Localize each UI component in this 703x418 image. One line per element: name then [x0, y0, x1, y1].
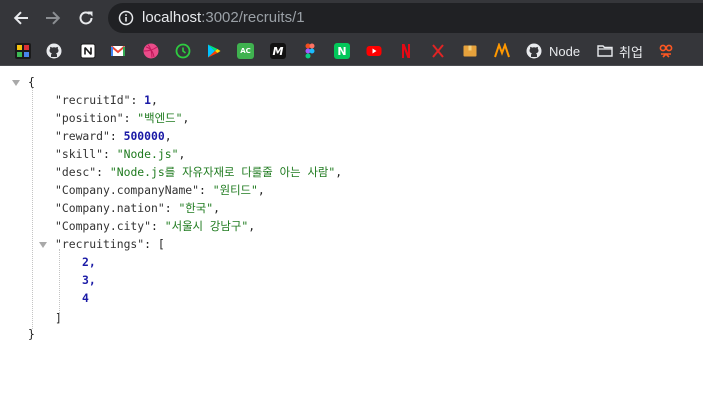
youtube-icon [366, 46, 382, 56]
json-field-company-city: "Company.city": "서울시 강남구", [55, 219, 256, 233]
json-key: "Company.nation" [55, 201, 165, 215]
forward-button[interactable] [42, 7, 64, 29]
info-icon[interactable] [118, 10, 134, 26]
green-clock-icon [175, 43, 191, 59]
bookmark-github[interactable] [46, 43, 62, 59]
bookmark-play-store[interactable] [206, 43, 222, 59]
forward-arrow-icon [46, 11, 61, 25]
json-key: "Company.city" [55, 219, 152, 233]
json-array-close: ] [55, 311, 62, 325]
json-key: "recruitId" [55, 93, 131, 107]
json-field-desc: "desc": "Node.js를 자유자재로 다룰줄 아는 사람", [55, 165, 343, 179]
flower-icon [659, 44, 673, 58]
json-key: "skill" [55, 147, 104, 161]
json-value: "한국" [178, 201, 214, 215]
back-button[interactable] [10, 7, 32, 29]
json-value: "Node.js" [116, 147, 179, 161]
browser-toolbar: localhost:3002/recruits/1 [0, 0, 703, 36]
github-node-icon [526, 43, 542, 59]
bookmark-notion[interactable] [80, 43, 96, 59]
box-icon [463, 45, 477, 57]
json-array-item: 2, [82, 255, 96, 269]
naver-icon: N [334, 43, 350, 59]
json-close-brace: } [28, 327, 35, 341]
play-store-icon [208, 44, 221, 58]
json-value: 1 [144, 93, 152, 107]
json-open-brace: { [28, 75, 35, 89]
bookmark-gmail[interactable] [110, 43, 126, 59]
json-value: "서울시 강남구" [164, 219, 249, 233]
multicolor-grid-icon [15, 43, 31, 59]
orange-m-icon [494, 43, 510, 58]
bookmark-folder-label: 취업 [619, 44, 643, 60]
json-field-position: "position": "백엔드", [55, 111, 190, 125]
bookmark-flower[interactable] [658, 43, 674, 59]
folder-icon [597, 45, 613, 57]
json-value: "백엔드" [137, 111, 183, 125]
bookmark-dribbble[interactable] [143, 43, 159, 59]
notion-icon [80, 43, 96, 59]
json-key: "Company.companyName" [55, 183, 200, 197]
address-bar[interactable]: localhost:3002/recruits/1 [108, 3, 703, 33]
json-key: "reward" [55, 129, 110, 143]
json-value: 500000 [123, 129, 165, 143]
json-value: "Node.js를 자유자재로 다룰줄 아는 사람" [109, 165, 336, 179]
url-path: :3002/recruits/1 [201, 9, 305, 26]
bookmark-orange-m[interactable] [494, 43, 510, 59]
url-host: localhost [142, 9, 202, 26]
red-x-icon [432, 44, 444, 58]
bookmark-figma[interactable] [302, 43, 318, 59]
reload-icon [79, 11, 93, 25]
json-key: "position" [55, 111, 124, 125]
bookmark-node[interactable]: Node [526, 43, 580, 59]
collapse-recruitings-toggle[interactable] [39, 241, 47, 249]
figma-icon [305, 43, 315, 59]
bookmark-folder[interactable]: 취업 [597, 43, 643, 60]
json-array-item: 4 [82, 291, 89, 305]
bookmark-netflix[interactable] [398, 43, 414, 59]
json-field-reward: "reward": 500000, [55, 129, 172, 143]
json-key: "desc" [55, 165, 97, 179]
bookmark-node-label: Node [549, 43, 581, 59]
json-array-open: [ [157, 237, 165, 251]
reload-button[interactable] [75, 7, 97, 29]
json-field-skill: "skill": "Node.js", [55, 147, 186, 161]
back-arrow-icon [13, 11, 28, 25]
bookmarks-bar: AC M N Node 취업 [0, 36, 703, 66]
indent-guide-array [59, 249, 60, 313]
json-field-recruitings: "recruitings": [ [55, 237, 165, 251]
ac-icon: AC [237, 43, 254, 59]
bookmark-multicolor-grid[interactable] [15, 43, 31, 59]
bookmark-green-clock[interactable] [175, 43, 191, 59]
json-viewer: { "recruitId": 1, "position": "백엔드", "re… [0, 67, 703, 418]
m-icon: M [270, 43, 286, 59]
collapse-root-toggle[interactable] [12, 79, 20, 87]
gmail-icon [110, 45, 126, 56]
json-field-recruitId: "recruitId": 1, [55, 93, 158, 107]
github-icon [46, 43, 62, 59]
json-key: "recruitings" [55, 237, 145, 251]
bookmark-m[interactable]: M [270, 43, 286, 59]
bookmark-naver[interactable]: N [334, 43, 350, 59]
json-array-item: 3, [82, 273, 96, 287]
bookmark-youtube[interactable] [366, 43, 382, 59]
json-field-company-nation: "Company.nation": "한국", [55, 201, 220, 215]
json-value: "원티드" [212, 183, 258, 197]
bookmark-ac[interactable]: AC [237, 43, 254, 59]
dribbble-icon [143, 43, 159, 59]
bookmark-red-x[interactable] [430, 43, 446, 59]
netflix-icon [402, 44, 410, 58]
json-field-company-name: "Company.companyName": "원티드", [55, 183, 265, 197]
indent-guide-root [32, 87, 33, 329]
url-text[interactable]: localhost:3002/recruits/1 [142, 10, 305, 26]
bookmark-box[interactable] [462, 43, 478, 59]
